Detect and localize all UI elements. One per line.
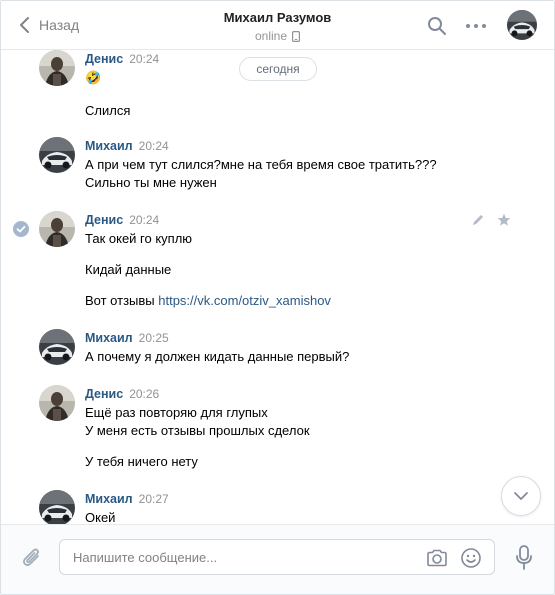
more-icon[interactable] xyxy=(464,16,488,36)
message-author[interactable]: Михаил 20:24 xyxy=(85,139,169,153)
message-author[interactable]: Михаил 20:27 xyxy=(85,492,169,506)
back-label: Назад xyxy=(39,17,80,33)
avatar[interactable] xyxy=(39,50,75,86)
back-button[interactable]: Назад xyxy=(15,14,79,36)
avatar[interactable] xyxy=(39,385,75,421)
message-line: У тебя ничего нету xyxy=(85,454,198,469)
search-icon[interactable] xyxy=(427,16,447,36)
star-icon[interactable] xyxy=(497,213,511,227)
message-text: Окей xyxy=(85,509,505,524)
message-time: 20:24 xyxy=(129,52,160,66)
chat-window: Назад Михаил Разумов online сегодня Дени… xyxy=(0,0,555,595)
paperclip-icon[interactable] xyxy=(21,546,43,570)
avatar[interactable] xyxy=(39,137,75,173)
check-icon[interactable] xyxy=(13,221,29,237)
message-line: Так окей го куплю xyxy=(85,231,193,246)
message-text: А при чем тут слился?мне на тебя время с… xyxy=(85,156,505,192)
message-text: Так окей го куплю Кидай данные Вот отзыв… xyxy=(85,230,505,310)
message-text: А почему я должен кидать данные первый? xyxy=(85,348,505,366)
message-time: 20:26 xyxy=(129,387,160,401)
message-line: Сильно ты мне нужен xyxy=(85,175,217,190)
status-text: online xyxy=(254,29,288,43)
scroll-down-button[interactable] xyxy=(501,476,541,516)
camera-icon[interactable] xyxy=(426,548,448,568)
message-line: Ещё раз повторяю для глупых xyxy=(85,405,268,420)
emoji: 🤣 xyxy=(85,70,102,85)
pencil-icon[interactable] xyxy=(471,213,485,227)
avatar[interactable] xyxy=(39,211,75,247)
message-text: 🤣 Слился xyxy=(85,69,505,120)
message-line: А при чем тут слился?мне на тебя время с… xyxy=(85,157,437,172)
message-line: Кидай данные xyxy=(85,262,172,277)
message-time: 20:25 xyxy=(138,331,169,345)
message-line: Окей xyxy=(85,510,116,524)
message-author[interactable]: Денис 20:26 xyxy=(85,387,159,401)
message-time: 20:27 xyxy=(138,492,169,506)
smile-icon[interactable] xyxy=(460,547,482,569)
message-line: Слился xyxy=(85,103,131,118)
message-line: У меня есть отзывы прошлых сделок xyxy=(85,423,310,438)
message-author[interactable]: Денис 20:24 xyxy=(85,52,159,66)
message-text: Ещё раз повторяю для глупых У меня есть … xyxy=(85,404,505,471)
message-author[interactable]: Михаил 20:25 xyxy=(85,331,169,345)
message-input[interactable]: Напишите сообщение... xyxy=(59,539,495,575)
message-line: А почему я должен кидать данные первый? xyxy=(85,349,350,364)
message-line: Вот отзывы https://vk.com/otziv_xamishov xyxy=(85,293,331,308)
microphone-icon[interactable] xyxy=(515,545,533,571)
message-time: 20:24 xyxy=(129,213,160,227)
message-time: 20:24 xyxy=(138,139,169,153)
back-chevron-icon xyxy=(20,17,29,33)
message-author[interactable]: Денис 20:24 xyxy=(85,213,159,227)
chevron-down-icon xyxy=(514,492,528,500)
phone-icon xyxy=(292,30,301,42)
message-link[interactable]: https://vk.com/otziv_xamishov xyxy=(158,293,331,308)
composer: Напишите сообщение... xyxy=(1,524,554,594)
avatar[interactable] xyxy=(39,329,75,365)
avatar[interactable] xyxy=(39,490,75,524)
chat-header: Назад Михаил Разумов online xyxy=(1,1,554,50)
message-input-placeholder: Напишите сообщение... xyxy=(73,550,218,565)
avatar[interactable] xyxy=(507,10,537,40)
message-history[interactable]: сегодня Денис 20:24 🤣 Слился Михаил 20:24 … xyxy=(1,50,554,524)
online-status: online xyxy=(254,29,301,43)
